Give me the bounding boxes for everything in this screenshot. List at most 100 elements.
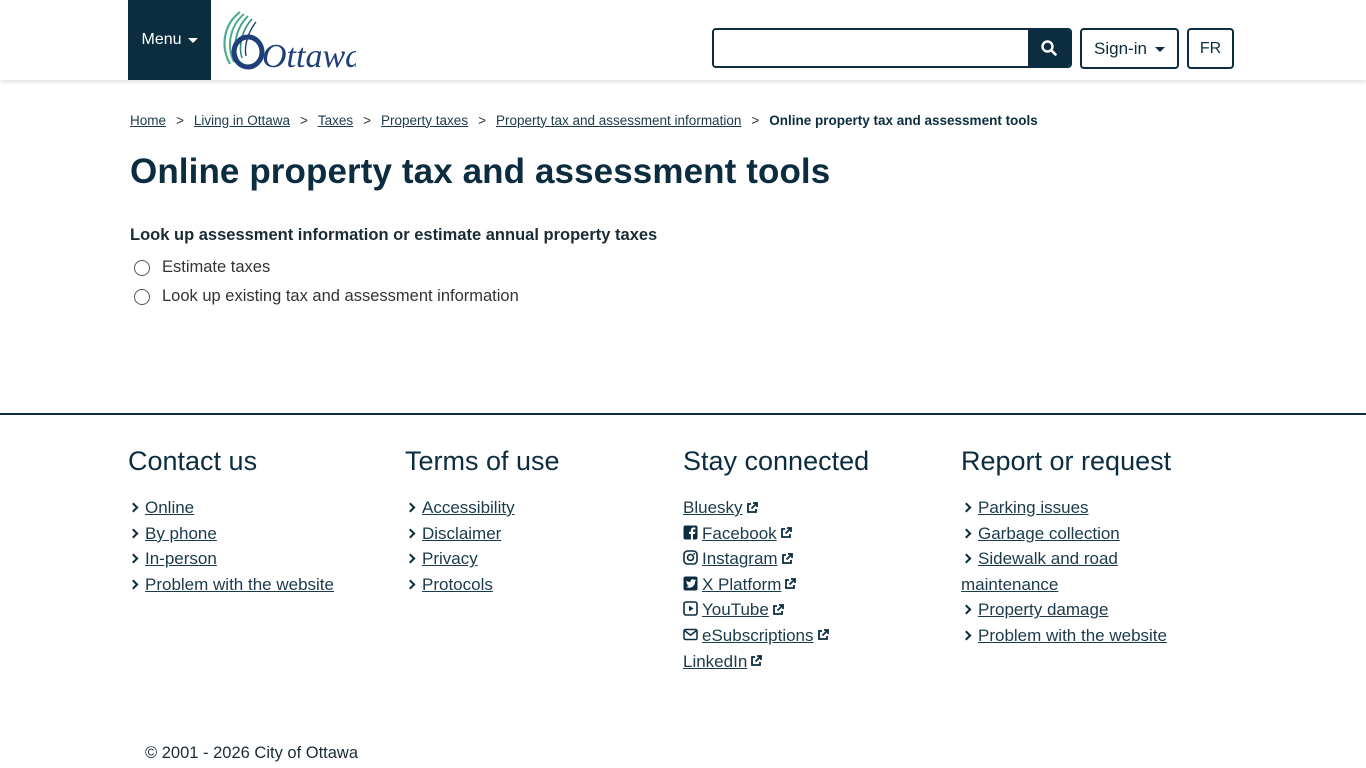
footer-social-title: Stay connected xyxy=(683,446,870,476)
footer-link-parking-issues[interactable]: Parking issues xyxy=(978,498,1089,517)
list-item: Garbage collection xyxy=(961,521,1201,547)
sign-in-button[interactable]: Sign-in xyxy=(1080,28,1179,69)
radio-lookup-info[interactable]: Look up existing tax and assessment info… xyxy=(130,282,830,311)
radio-button[interactable] xyxy=(134,288,150,305)
footer-link-disclaimer[interactable]: Disclaimer xyxy=(422,524,501,543)
footer-link-privacy[interactable]: Privacy xyxy=(422,549,478,568)
radio-estimate-taxes[interactable]: Estimate taxes xyxy=(130,253,830,282)
footer-link-accessibility[interactable]: Accessibility xyxy=(422,498,515,517)
footer-terms-section: Terms of use Accessibility Disclaimer Pr… xyxy=(405,446,560,597)
external-link-icon xyxy=(781,552,793,564)
language-label: FR xyxy=(1199,39,1222,57)
caret-down-icon xyxy=(1154,46,1165,52)
list-item: YouTube xyxy=(683,597,869,623)
breadcrumb-property-tax-info[interactable]: Property tax and assessment information xyxy=(496,113,741,128)
footer-contact-section: Contact us Online By phone In-person Pro… xyxy=(128,446,334,597)
footer-divider xyxy=(0,413,1366,415)
search-input[interactable] xyxy=(714,30,1028,66)
list-item: eSubscriptions xyxy=(683,623,869,649)
chevron-right-icon xyxy=(961,630,972,641)
breadcrumb-property-taxes[interactable]: Property taxes xyxy=(381,113,468,128)
list-item: Sidewalk and road maintenance xyxy=(961,546,1201,597)
envelope-icon xyxy=(683,628,698,641)
breadcrumb-separator: > xyxy=(176,112,184,128)
sign-in-label: Sign-in xyxy=(1094,38,1147,58)
list-item: Problem with the website xyxy=(961,623,1201,649)
list-item: LinkedIn xyxy=(683,649,869,675)
breadcrumb-current: Online property tax and assessment tools xyxy=(769,112,1038,128)
tool-choice-question: Look up assessment information or estima… xyxy=(130,226,658,244)
radio-label[interactable]: Look up existing tax and assessment info… xyxy=(162,287,519,306)
footer-link-youtube[interactable]: YouTube xyxy=(702,600,769,619)
footer-link-garbage-collection[interactable]: Garbage collection xyxy=(978,524,1120,543)
list-item: By phone xyxy=(128,521,334,547)
footer-link-online[interactable]: Online xyxy=(145,498,194,517)
footer-link-property-damage[interactable]: Property damage xyxy=(978,600,1108,619)
footer-contact-title: Contact us xyxy=(128,446,258,476)
breadcrumb-separator: > xyxy=(478,112,486,128)
footer-link-bluesky[interactable]: Bluesky xyxy=(683,498,743,517)
breadcrumb-home[interactable]: Home xyxy=(130,113,166,128)
x-icon xyxy=(683,576,698,591)
list-item: Problem with the website xyxy=(128,572,334,598)
external-link-icon xyxy=(751,655,763,666)
list-item: Property damage xyxy=(961,597,1201,623)
footer-link-protocols[interactable]: Protocols xyxy=(422,575,493,594)
footer-link-linkedin[interactable]: LinkedIn xyxy=(683,652,747,671)
footer-report-section: Report or request Parking issues Garbage… xyxy=(961,446,1201,649)
chevron-right-icon xyxy=(405,579,416,590)
footer-report-title: Report or request xyxy=(961,446,1172,476)
instagram-icon xyxy=(683,550,698,566)
language-toggle-button[interactable]: FR xyxy=(1187,28,1234,69)
footer-link-in-person[interactable]: In-person xyxy=(145,549,217,568)
menu-label: Menu xyxy=(141,31,182,48)
chevron-right-icon xyxy=(961,604,972,615)
facebook-icon xyxy=(683,525,698,540)
search-box xyxy=(712,28,1072,68)
chevron-right-icon xyxy=(405,502,416,513)
external-link-icon xyxy=(772,603,784,615)
external-link-icon xyxy=(785,578,797,590)
chevron-right-icon xyxy=(128,528,139,539)
footer-link-problem-website[interactable]: Problem with the website xyxy=(145,575,334,594)
list-item: Bluesky xyxy=(683,495,869,521)
list-item: Protocols xyxy=(405,572,560,598)
list-item: Facebook xyxy=(683,521,869,547)
chevron-right-icon xyxy=(128,502,139,513)
breadcrumb-living-in-ottawa[interactable]: Living in Ottawa xyxy=(194,113,290,128)
radio-label[interactable]: Estimate taxes xyxy=(162,258,270,277)
footer-link-esubscriptions[interactable]: eSubscriptions xyxy=(702,626,814,645)
chevron-right-icon xyxy=(405,528,416,539)
search-button[interactable] xyxy=(1028,30,1070,66)
list-item: In-person xyxy=(128,546,334,572)
chevron-right-icon xyxy=(961,528,972,539)
footer-link-x-platform[interactable]: X Platform xyxy=(702,575,781,594)
tool-choice-fieldset: Look up assessment information or estima… xyxy=(130,226,830,311)
list-item: Disclaimer xyxy=(405,521,560,547)
ottawa-logo[interactable]: Ottawa xyxy=(216,10,362,75)
page-title: Online property tax and assessment tools xyxy=(130,152,831,191)
chevron-right-icon xyxy=(961,553,972,564)
footer-link-instagram[interactable]: Instagram xyxy=(702,549,778,568)
chevron-right-icon xyxy=(405,553,416,564)
list-item: Online xyxy=(128,495,334,521)
footer-link-by-phone[interactable]: By phone xyxy=(145,524,217,543)
radio-button[interactable] xyxy=(134,259,150,276)
copyright: © 2001 - 2026 City of Ottawa xyxy=(145,744,359,762)
footer-link-facebook[interactable]: Facebook xyxy=(702,524,777,543)
site-header: Menu Ottawa Sign-in FR xyxy=(0,0,1366,80)
footer-link-sidewalk-road[interactable]: Sidewalk and road maintenance xyxy=(961,549,1118,594)
list-item: Instagram xyxy=(683,546,869,572)
breadcrumb-separator: > xyxy=(299,112,308,128)
chevron-right-icon xyxy=(961,502,972,513)
youtube-icon xyxy=(683,601,698,617)
list-item: Accessibility xyxy=(405,495,560,521)
list-item: X Platform xyxy=(683,572,869,598)
footer-link-report-problem-website[interactable]: Problem with the website xyxy=(978,626,1167,645)
breadcrumb-taxes[interactable]: Taxes xyxy=(318,113,353,128)
chevron-right-icon xyxy=(128,579,139,590)
list-item: Parking issues xyxy=(961,495,1201,521)
menu-button[interactable]: Menu xyxy=(128,0,211,80)
list-item: Privacy xyxy=(405,546,560,572)
breadcrumb: Home > Living in Ottawa > Taxes > Proper… xyxy=(130,110,1038,130)
